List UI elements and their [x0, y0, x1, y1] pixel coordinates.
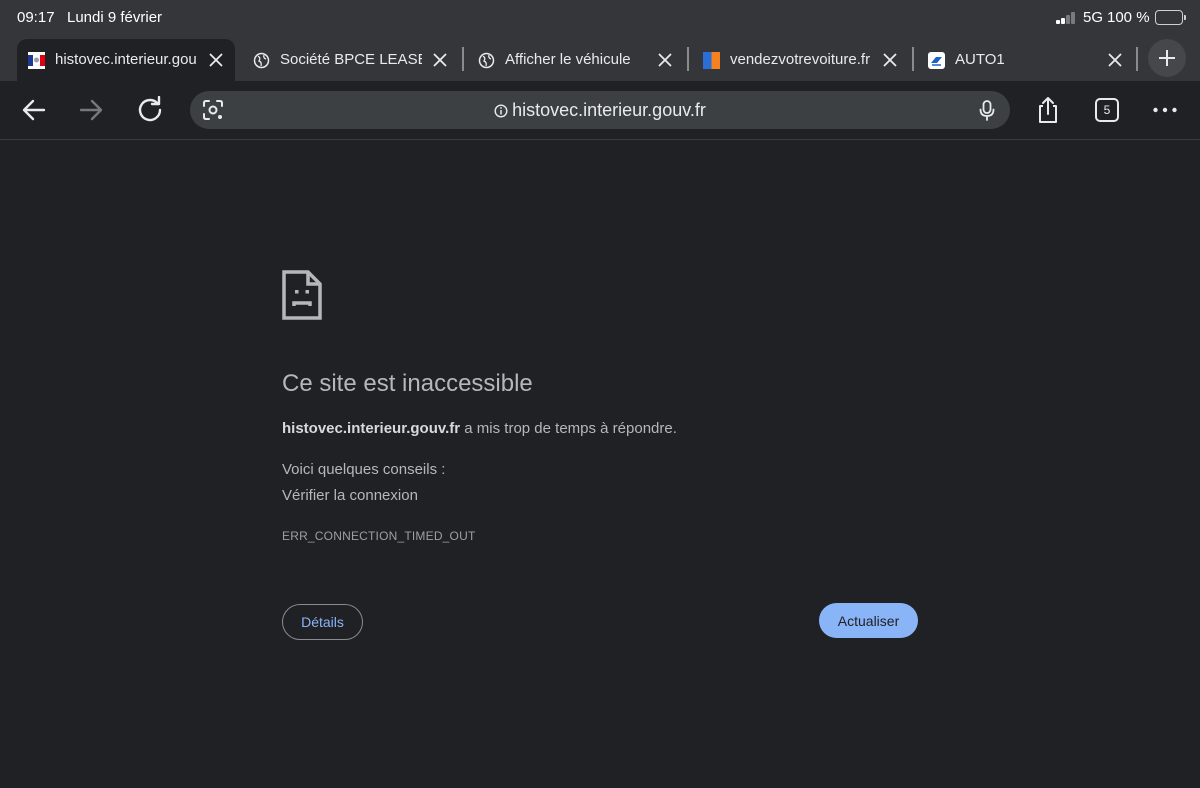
reload-button[interactable] — [132, 92, 168, 128]
status-date: Lundi 9 février — [67, 9, 163, 26]
battery-icon — [1155, 10, 1186, 25]
tab-strip: histovec.interieur.gouv.fr Société BPCE … — [0, 36, 1200, 81]
tab-afficher-vehicule[interactable]: Afficher le véhicule — [467, 39, 682, 81]
network-type: 5G — [1083, 9, 1104, 26]
share-button[interactable] — [1030, 92, 1066, 128]
close-icon[interactable] — [431, 51, 449, 69]
info-icon[interactable] — [494, 104, 508, 118]
status-time: 09:17 — [17, 9, 55, 26]
back-button[interactable] — [16, 92, 52, 128]
error-page: Ce site est inaccessible histovec.interi… — [0, 141, 1200, 788]
tab-title: vendezvotrevoiture.fr — [730, 51, 871, 68]
tab-auto1[interactable]: AUTO1 — [917, 39, 1132, 81]
error-tips-title: Voici quelques conseils : — [282, 461, 446, 478]
tab-separator — [912, 47, 914, 71]
tab-switcher-button[interactable]: 5 — [1095, 98, 1119, 122]
error-description: histovec.interieur.gouv.fr a mis trop de… — [282, 420, 677, 437]
tab-separator — [687, 47, 689, 71]
status-bar: 09:17 Lundi 9 février 5G 100 % — [0, 0, 1200, 36]
tab-title: histovec.interieur.gouv.fr — [55, 51, 197, 68]
error-host: histovec.interieur.gouv.fr — [282, 420, 461, 437]
close-icon[interactable] — [207, 51, 225, 69]
details-button[interactable]: Détails — [282, 604, 363, 640]
error-code: ERR_CONNECTION_TIMED_OUT — [282, 529, 476, 543]
vendezvotrevoiture-favicon — [703, 52, 720, 69]
tab-title: Société BPCE LEASE — [280, 51, 422, 68]
error-message: a mis trop de temps à répondre. — [460, 420, 677, 437]
close-icon[interactable] — [656, 51, 674, 69]
tab-histovec[interactable]: histovec.interieur.gouv.fr — [17, 39, 235, 81]
close-icon[interactable] — [1106, 51, 1124, 69]
auto1-favicon — [928, 52, 945, 69]
battery-percentage: 100 % — [1107, 9, 1150, 26]
french-republic-favicon — [28, 52, 45, 69]
signal-icon — [1056, 12, 1078, 24]
arrow-left-icon — [22, 99, 46, 121]
tab-vendezvotrevoiture[interactable]: vendezvotrevoiture.fr — [692, 39, 907, 81]
arrow-right-icon — [79, 99, 103, 121]
browser-toolbar: histovec.interieur.gouv.fr 5 — [0, 81, 1200, 140]
reload-page-button[interactable]: Actualiser — [819, 603, 918, 638]
globe-icon — [478, 52, 495, 69]
tab-bpce-lease[interactable]: Société BPCE LEASE — [242, 39, 457, 81]
url-text: histovec.interieur.gouv.fr — [512, 100, 706, 120]
reload-icon — [138, 96, 162, 122]
share-icon — [1039, 97, 1057, 123]
microphone-icon[interactable] — [976, 99, 998, 121]
sad-page-icon — [282, 270, 322, 320]
more-menu-button[interactable] — [1147, 92, 1183, 128]
forward-button[interactable] — [73, 92, 109, 128]
url-display[interactable]: histovec.interieur.gouv.fr — [190, 100, 1010, 121]
close-icon[interactable] — [881, 51, 899, 69]
plus-icon — [1159, 50, 1175, 66]
address-bar[interactable]: histovec.interieur.gouv.fr — [190, 91, 1010, 129]
tab-separator — [1136, 47, 1138, 71]
tab-title: Afficher le véhicule — [505, 51, 631, 68]
new-tab-button[interactable] — [1148, 39, 1186, 77]
error-tip: Vérifier la connexion — [282, 487, 418, 504]
globe-icon — [253, 52, 270, 69]
tab-separator — [462, 47, 464, 71]
more-horizontal-icon — [1153, 107, 1177, 113]
tab-title: AUTO1 — [955, 51, 1005, 68]
error-title: Ce site est inaccessible — [282, 370, 533, 397]
